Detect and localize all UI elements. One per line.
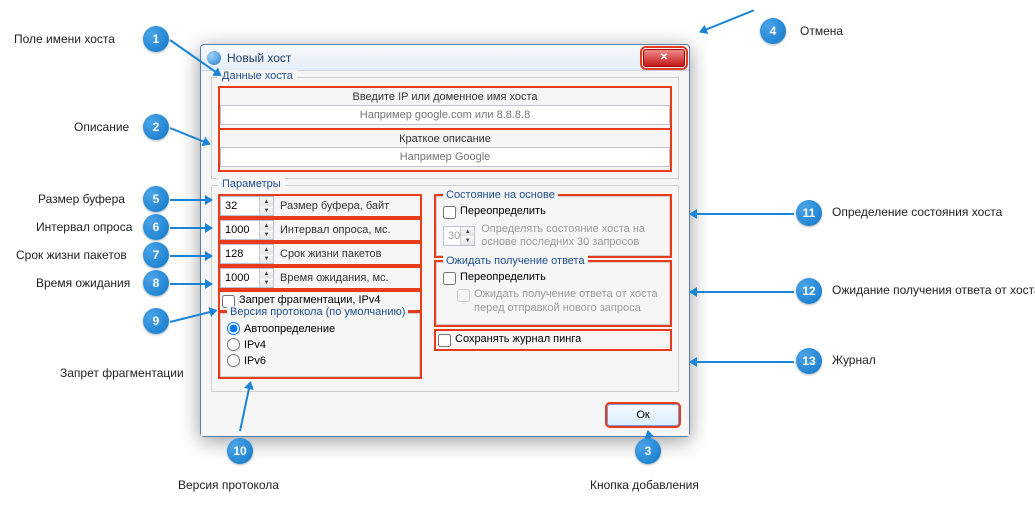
badge-4: 4 bbox=[760, 18, 786, 44]
badge-13: 13 bbox=[796, 348, 822, 374]
badge-9: 9 bbox=[143, 308, 169, 334]
protocol-auto-label: Автоопределение bbox=[244, 323, 335, 335]
ttl-value: 128 bbox=[221, 248, 259, 260]
badge-2: 2 bbox=[143, 114, 169, 140]
host-desc-input[interactable] bbox=[220, 147, 670, 167]
wait-legend: Ожидать получение ответа bbox=[443, 255, 588, 267]
state-legend: Состояние на основе bbox=[443, 189, 558, 201]
callout-state: Определение состояния хоста bbox=[832, 205, 1002, 219]
callout-ttl: Срок жизни пакетов bbox=[16, 248, 127, 262]
dialog-body: Данные хоста Введите IP или доменное имя… bbox=[201, 71, 689, 436]
badge-1: 1 bbox=[143, 26, 169, 52]
chevron-up-icon[interactable]: ▲ bbox=[260, 197, 273, 206]
interval-value: 1000 bbox=[221, 224, 259, 236]
wait-override-checkbox[interactable] bbox=[443, 272, 456, 285]
chevron-down-icon[interactable]: ▼ bbox=[260, 230, 273, 239]
callout-description: Описание bbox=[74, 120, 129, 134]
save-log-checkbox[interactable] bbox=[438, 334, 451, 347]
protocol-auto-radio[interactable] bbox=[227, 322, 240, 335]
wait-subgroup: Ожидать получение ответа Переопределить … bbox=[436, 262, 670, 324]
protocol-ipv6-radio[interactable] bbox=[227, 354, 240, 367]
chevron-up-icon[interactable]: ▲ bbox=[260, 245, 273, 254]
globe-icon bbox=[207, 51, 221, 65]
new-host-dialog: Новый хост ✕ Данные хоста Введите IP или… bbox=[200, 44, 690, 437]
badge-8: 8 bbox=[143, 270, 169, 296]
close-button[interactable]: ✕ bbox=[643, 49, 685, 67]
state-hint: Определять состояние хоста на основе пос… bbox=[481, 223, 663, 249]
buffer-label: Размер буфера, байт bbox=[280, 200, 389, 212]
callout-nofrag: Запрет фрагментации bbox=[60, 366, 184, 380]
interval-label: Интервал опроса, мс. bbox=[280, 224, 391, 236]
callout-ok: Кнопка добавления bbox=[590, 478, 699, 492]
chevron-down-icon[interactable]: ▼ bbox=[260, 206, 273, 215]
badge-10: 10 bbox=[227, 438, 253, 464]
callout-wait: Ожидание получения ответа от хоста bbox=[832, 283, 1035, 297]
protocol-ipv6-label: IPv6 bbox=[244, 355, 266, 367]
chevron-down-icon[interactable]: ▼ bbox=[260, 254, 273, 263]
no-fragmentation-label: Запрет фрагментации, IPv4 bbox=[239, 294, 380, 306]
callout-buffer: Размер буфера bbox=[38, 192, 125, 206]
protocol-ipv4-label: IPv4 bbox=[244, 339, 266, 351]
save-log-label: Сохранять журнал пинга bbox=[455, 333, 581, 345]
timeout-value: 1000 bbox=[221, 272, 259, 284]
wait-sub-checkbox bbox=[457, 289, 470, 302]
state-subgroup: Состояние на основе Переопределить 30 ▲▼… bbox=[436, 196, 670, 256]
timeout-spinner[interactable]: 1000 ▲▼ bbox=[220, 268, 274, 288]
params-legend: Параметры bbox=[218, 178, 285, 190]
state-override-checkbox[interactable] bbox=[443, 206, 456, 219]
host-data-legend: Данные хоста bbox=[218, 70, 297, 82]
chevron-up-icon[interactable]: ▲ bbox=[260, 269, 273, 278]
state-count-spinner[interactable]: 30 ▲▼ bbox=[443, 226, 475, 246]
callout-interval: Интервал опроса bbox=[36, 220, 132, 234]
host-data-group: Данные хоста Введите IP или доменное имя… bbox=[211, 77, 679, 179]
desc-label: Краткое описание bbox=[220, 133, 670, 145]
ttl-spinner[interactable]: 128 ▲▼ bbox=[220, 244, 274, 264]
chevron-down-icon[interactable]: ▼ bbox=[260, 278, 273, 287]
ok-button[interactable]: Ок bbox=[607, 404, 679, 426]
wait-hint: Ожидать получение ответа от хоста перед … bbox=[474, 288, 663, 314]
buffer-value: 32 bbox=[221, 200, 259, 212]
badge-3: 3 bbox=[635, 438, 661, 464]
interval-spinner[interactable]: 1000 ▲▼ bbox=[220, 220, 274, 240]
state-override-label: Переопределить bbox=[460, 205, 546, 217]
buffer-spinner[interactable]: 32 ▲▼ bbox=[220, 196, 274, 216]
callout-log: Журнал bbox=[832, 353, 876, 367]
titlebar: Новый хост ✕ bbox=[201, 45, 689, 71]
wait-override-label: Переопределить bbox=[460, 271, 546, 283]
host-ip-input[interactable] bbox=[220, 105, 670, 125]
callout-protocol: Версия протокола bbox=[178, 478, 279, 492]
state-count-value: 30 bbox=[444, 230, 460, 242]
chevron-up-icon[interactable]: ▲ bbox=[461, 227, 474, 236]
badge-12: 12 bbox=[796, 278, 822, 304]
protocol-group: Версия протокола (по умолчанию) Автоопре… bbox=[220, 313, 420, 377]
badge-5: 5 bbox=[143, 186, 169, 212]
badge-6: 6 bbox=[143, 214, 169, 240]
callout-timeout: Время ожидания bbox=[36, 276, 130, 290]
protocol-legend: Версия протокола (по умолчанию) bbox=[227, 306, 408, 318]
chevron-down-icon[interactable]: ▼ bbox=[461, 236, 474, 245]
params-group: Параметры 32 ▲▼ Размер буфера, байт 1000… bbox=[211, 185, 679, 392]
ip-label: Введите IP или доменное имя хоста bbox=[220, 91, 670, 103]
chevron-up-icon[interactable]: ▲ bbox=[260, 221, 273, 230]
badge-7: 7 bbox=[143, 242, 169, 268]
protocol-ipv4-radio[interactable] bbox=[227, 338, 240, 351]
ttl-label: Срок жизни пакетов bbox=[280, 248, 382, 260]
badge-11: 11 bbox=[796, 200, 822, 226]
window-title: Новый хост bbox=[227, 51, 643, 65]
timeout-label: Время ожидания, мс. bbox=[280, 272, 389, 284]
callout-cancel: Отмена bbox=[800, 24, 843, 38]
callout-host-name: Поле имени хоста bbox=[14, 32, 115, 46]
